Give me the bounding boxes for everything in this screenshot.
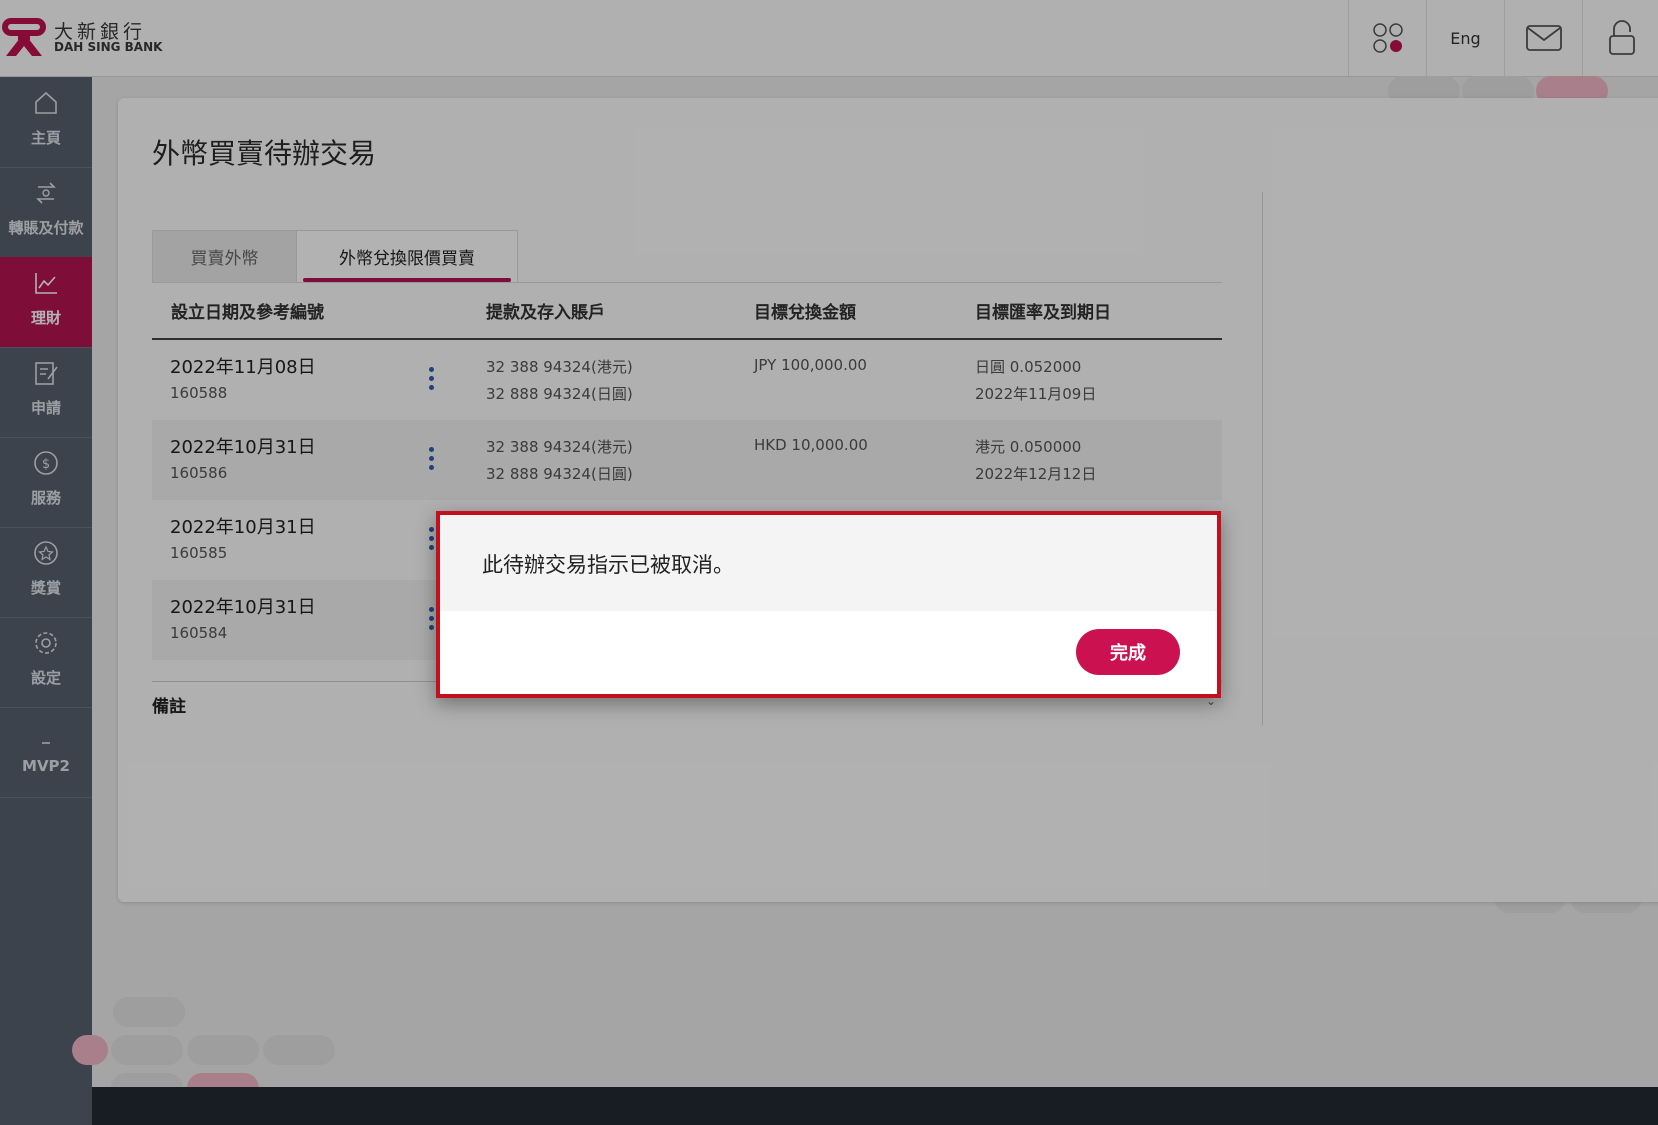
- dialog-message: 此待辦交易指示已被取消。: [482, 553, 734, 577]
- app-root: 大新銀行 DAH SING BANK Eng 主頁 轉賬及付款 理財 申請 $ …: [0, 0, 1658, 1125]
- dialog-body: 此待辦交易指示已被取消。: [440, 515, 1217, 611]
- done-button[interactable]: 完成: [1076, 629, 1180, 675]
- cancel-confirmation-dialog: 此待辦交易指示已被取消。 完成: [436, 511, 1221, 698]
